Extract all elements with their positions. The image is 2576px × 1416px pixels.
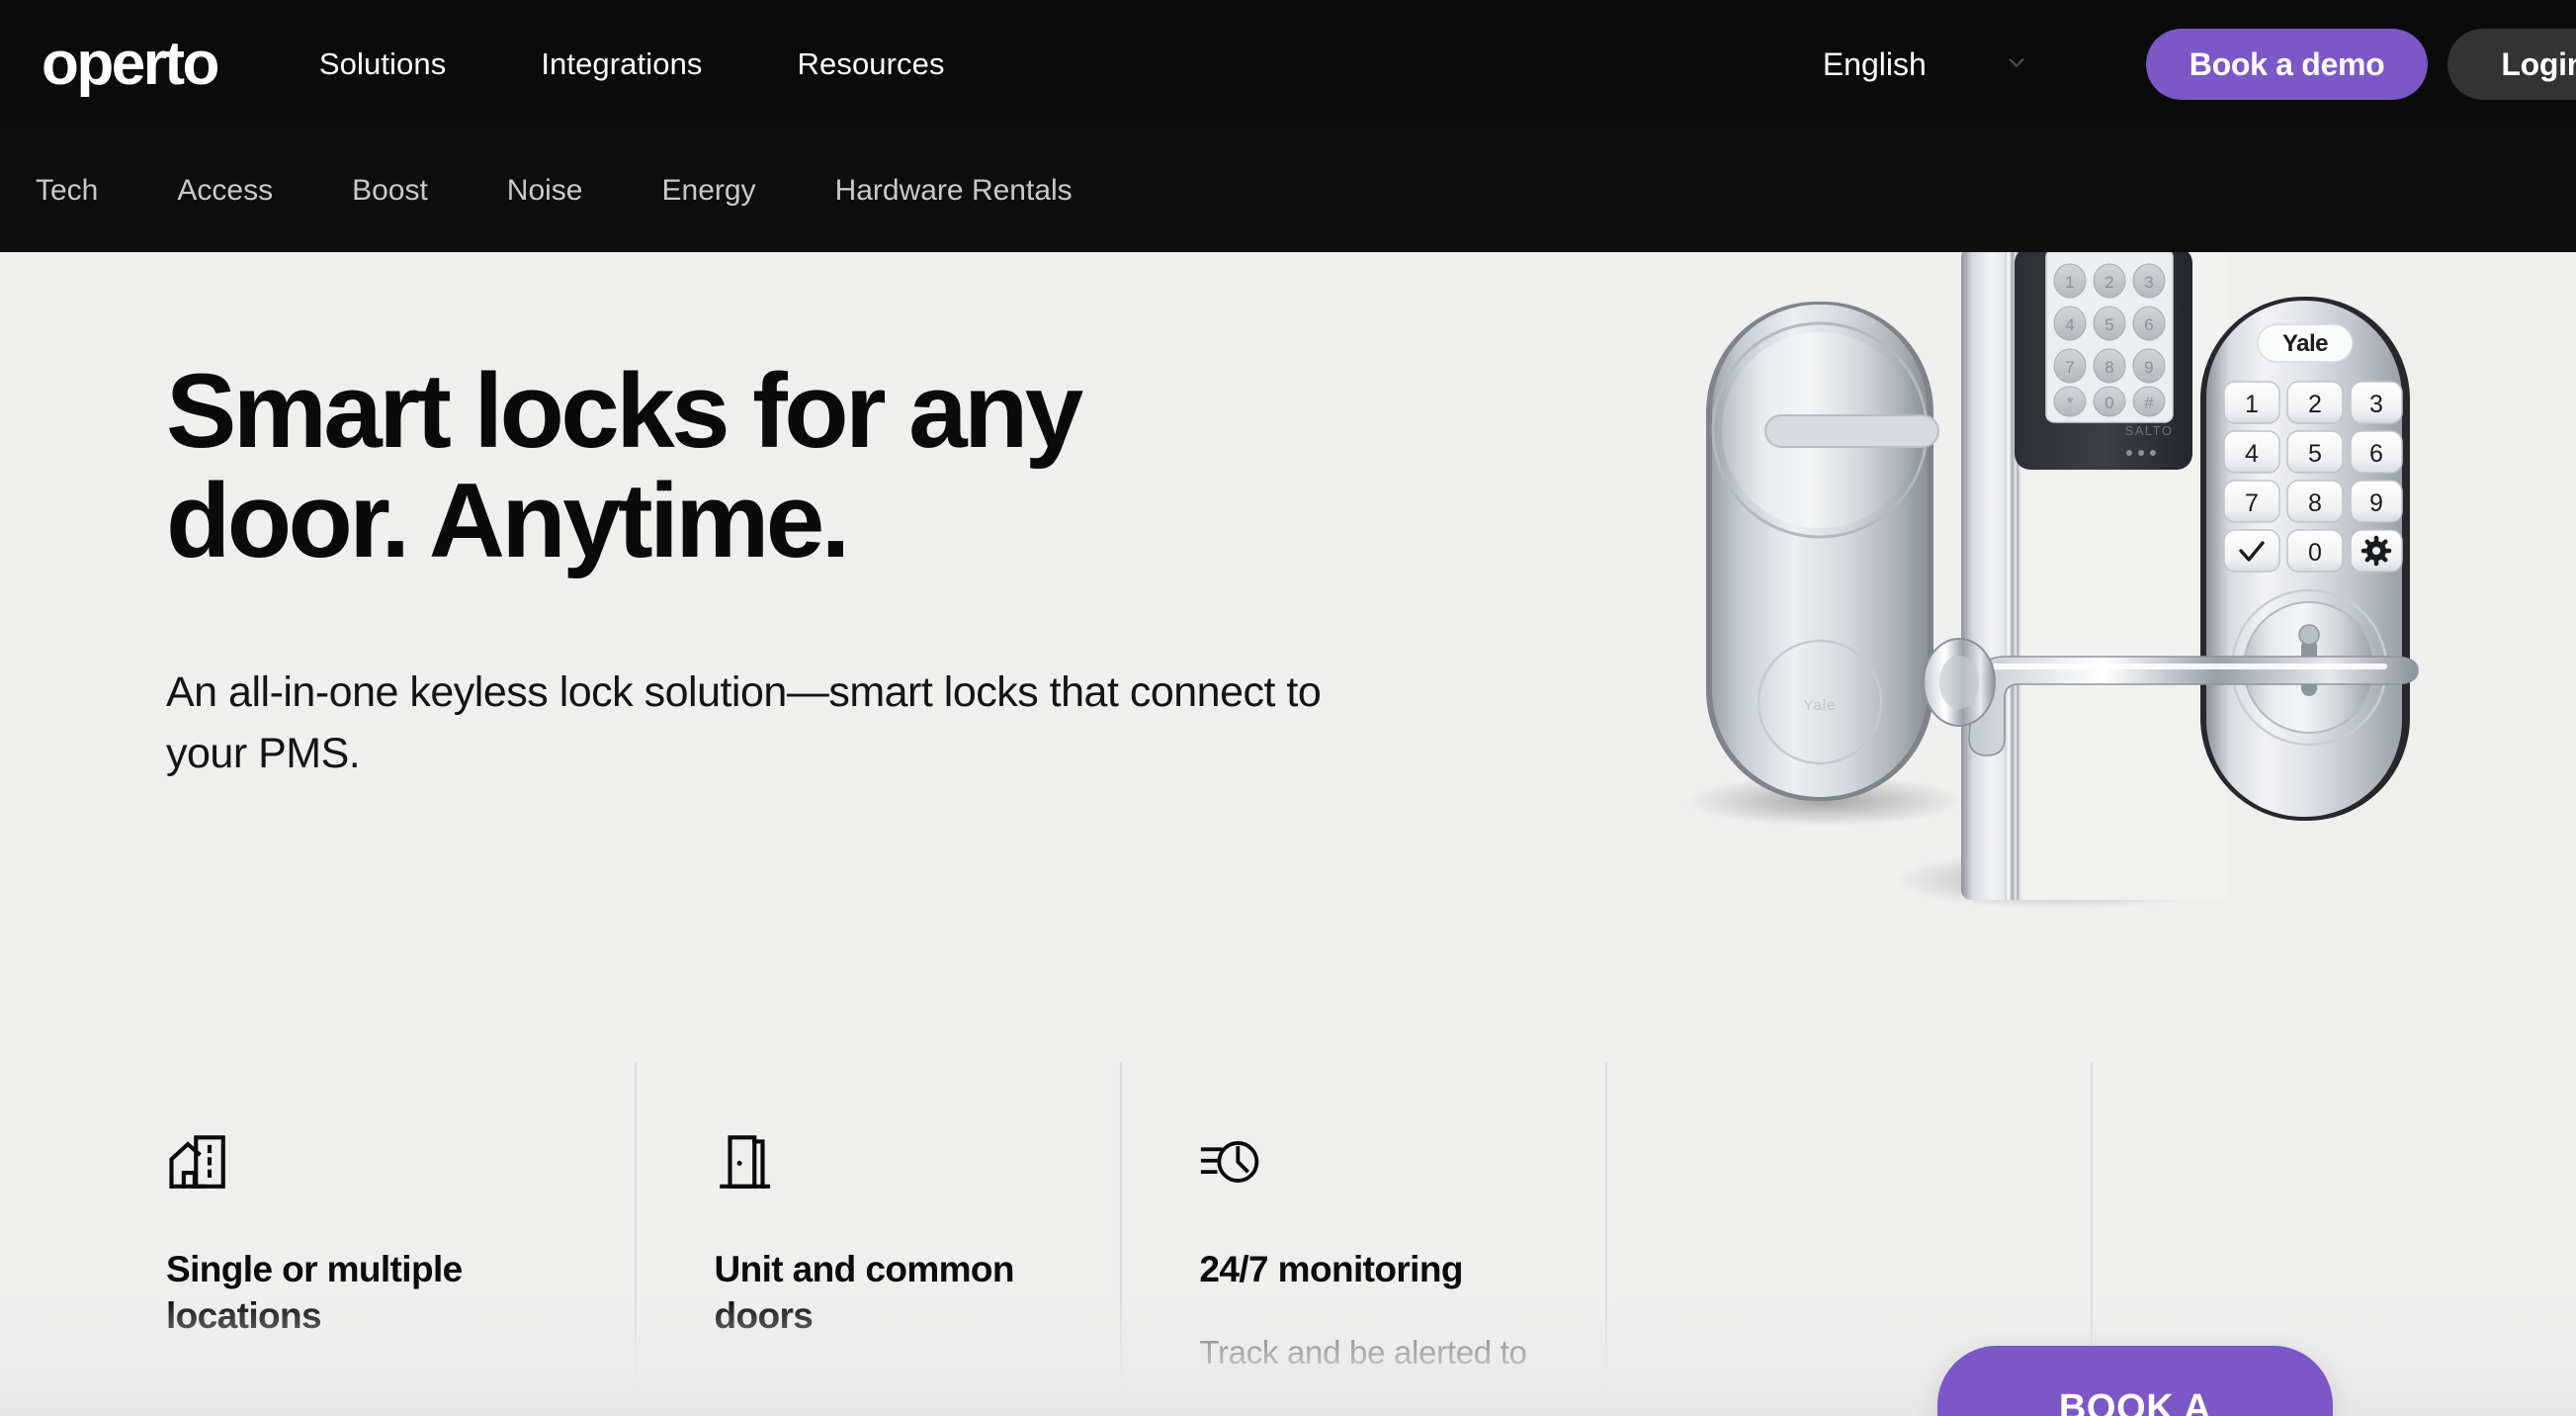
hero-title: Smart locks for any door. Anytime. <box>166 355 1471 580</box>
subnav-link-access[interactable]: Access <box>177 174 273 208</box>
hero-title-line-2: door. Anytime. <box>166 461 850 580</box>
svg-text:3: 3 <box>2144 273 2153 292</box>
feature-description: Track and be alerted to <box>1199 1334 1527 1372</box>
yale-keypad-deadbolt: Yale 1 2 3 4 5 6 7 8 9 0 <box>2200 297 2410 821</box>
svg-text:#: # <box>2144 394 2154 412</box>
svg-text:4: 4 <box>2065 315 2074 334</box>
svg-text:5: 5 <box>2104 315 2113 334</box>
svg-text:0: 0 <box>2104 394 2113 412</box>
primary-nav-links: Solutions Integrations Resources <box>319 37 1040 92</box>
svg-text:8: 8 <box>2104 358 2113 377</box>
feature-card-monitoring: 24/7 monitoring Track and be alerted to <box>1120 1062 1605 1416</box>
svg-text:8: 8 <box>2308 489 2322 517</box>
clock-monitoring-icon <box>1199 1129 1264 1195</box>
secondary-nav-links: Tech Access Boost Noise Energy Hardware … <box>36 174 1152 208</box>
hero-subtitle: An all-in-one keyless lock solution—smar… <box>166 667 1322 777</box>
nav-right-group: English Book a demo Login <box>1823 0 2576 129</box>
book-a-demo-button[interactable]: Book a demo <box>2145 29 2429 100</box>
salto-keypad-reader: 1 2 3 4 5 6 7 8 9 * 0 # SALTO <box>1961 252 2228 900</box>
feature-title: Unit and common doors <box>714 1249 1014 1337</box>
subnav-link-hardware-rentals[interactable]: Hardware Rentals <box>835 174 1073 208</box>
svg-text:Yale: Yale <box>2282 330 2328 357</box>
svg-text:4: 4 <box>2245 440 2259 468</box>
svg-text:2: 2 <box>2104 273 2113 292</box>
svg-text:1: 1 <box>2065 273 2074 292</box>
svg-text:Yale: Yale <box>1804 697 1837 714</box>
login-button[interactable]: Login <box>2447 29 2576 100</box>
secondary-navigation-bar: Tech Access Boost Noise Energy Hardware … <box>0 129 2576 252</box>
svg-text:3: 3 <box>2369 391 2383 418</box>
top-navigation-bar: operto Solutions Integrations Resources … <box>0 0 2576 129</box>
nav-link-solutions[interactable]: Solutions <box>319 37 446 92</box>
svg-text:5: 5 <box>2308 440 2322 468</box>
subnav-link-energy[interactable]: Energy <box>662 174 756 208</box>
svg-text:9: 9 <box>2369 489 2383 517</box>
subnav-link-boost[interactable]: Boost <box>352 174 428 208</box>
svg-text:*: * <box>2067 394 2074 412</box>
home-building-icon <box>166 1129 231 1195</box>
nav-link-resources[interactable]: Resources <box>798 37 945 92</box>
svg-text:SALTO: SALTO <box>2125 423 2174 438</box>
thumbturn-lock: Yale <box>1706 302 1939 801</box>
feature-title: Single or multiple locations <box>166 1249 463 1337</box>
subnav-link-tech[interactable]: Tech <box>36 174 98 208</box>
language-selector[interactable]: English <box>1823 46 2027 83</box>
svg-text:1: 1 <box>2245 391 2259 418</box>
operto-logo[interactable]: operto <box>42 34 219 95</box>
svg-text:9: 9 <box>2144 358 2153 377</box>
smart-lock-product-image: Yale 1 2 3 4 5 6 7 8 9 * 0 # SALTO Yale … <box>1647 252 2438 1038</box>
chevron-down-icon <box>2006 51 2027 73</box>
svg-text:6: 6 <box>2369 440 2383 468</box>
feature-title: 24/7 monitoring <box>1199 1249 1463 1289</box>
subnav-link-noise[interactable]: Noise <box>507 174 583 208</box>
language-label: English <box>1822 45 1927 82</box>
svg-text:7: 7 <box>2245 489 2259 517</box>
feature-card-doors: Unit and common doors <box>635 1062 1120 1416</box>
svg-text:2: 2 <box>2308 391 2322 418</box>
floating-book-a-demo-button[interactable]: BOOK A <box>1937 1346 2333 1416</box>
page-root: operto Solutions Integrations Resources … <box>0 0 2576 1416</box>
svg-text:6: 6 <box>2144 315 2153 334</box>
svg-text:7: 7 <box>2065 358 2074 377</box>
svg-text:0: 0 <box>2308 539 2322 567</box>
feature-card-locations: Single or multiple locations <box>0 1062 635 1416</box>
hero-section: Smart locks for any door. Anytime. An al… <box>0 252 2576 1416</box>
hero-copy: Smart locks for any door. Anytime. An al… <box>166 355 1471 784</box>
door-icon <box>714 1129 779 1195</box>
nav-link-integrations[interactable]: Integrations <box>541 37 702 92</box>
hero-title-line-1: Smart locks for any <box>166 351 1083 470</box>
